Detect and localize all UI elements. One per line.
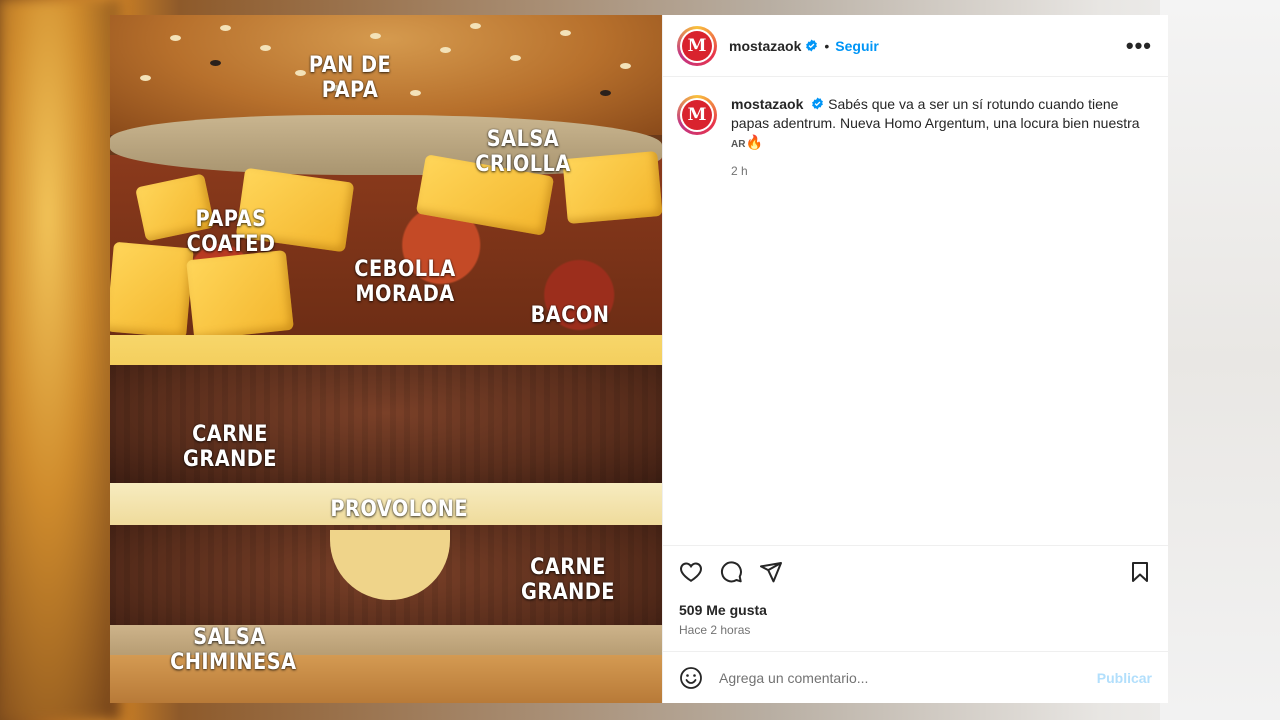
caption-avatar[interactable]: M — [677, 95, 717, 135]
label-salsa-chiminesa: SALSA CHIMINESA — [170, 625, 297, 675]
verified-icon — [812, 97, 824, 110]
verified-icon — [806, 39, 818, 52]
comment-input[interactable] — [719, 669, 1097, 686]
actions-section: 509 Me gusta Hace 2 horas — [663, 545, 1168, 651]
seed — [620, 63, 631, 69]
seed — [170, 35, 181, 41]
seed — [410, 90, 421, 96]
label-cebolla-morada: CEBOLLA MORADA — [354, 257, 456, 307]
comments-area: M mostazaok Sabés que va a ser un sí rot… — [663, 77, 1168, 545]
caption-time: 2 h — [731, 164, 748, 178]
caption: M mostazaok Sabés que va a ser un sí rot… — [677, 95, 1152, 181]
avatar[interactable]: M — [677, 25, 717, 66]
fry — [186, 249, 294, 341]
caption-body: mostazaok Sabés que va a ser un sí rotun… — [731, 95, 1152, 181]
background-right — [1160, 0, 1280, 720]
follow-button[interactable]: Seguir — [835, 38, 879, 54]
seed — [600, 90, 611, 96]
brand-logo: M — [682, 100, 712, 130]
seed — [510, 55, 521, 61]
post-image[interactable]: PAN DE PAPA SALSA CRIOLLA PAPAS COATED C… — [110, 15, 662, 703]
label-bacon: BACON — [530, 303, 610, 328]
publish-button[interactable]: Publicar — [1097, 670, 1152, 686]
label-carne-grande-top: CARNE GRANDE — [183, 422, 277, 472]
seed — [220, 25, 231, 31]
bookmark-icon[interactable] — [1128, 560, 1152, 584]
seed — [140, 75, 151, 81]
post-time: Hace 2 horas — [679, 623, 751, 637]
seed — [210, 60, 221, 66]
separator: • — [824, 37, 830, 54]
action-bar — [679, 558, 1152, 586]
more-icon[interactable]: ••• — [1126, 33, 1152, 59]
label-salsa-criolla: SALSA CRIOLLA — [475, 127, 571, 177]
avatar-ring: M — [680, 28, 714, 63]
seed — [560, 30, 571, 36]
instagram-post: PAN DE PAPA SALSA CRIOLLA PAPAS COATED C… — [110, 15, 1168, 703]
username[interactable]: mostazaok — [729, 38, 801, 54]
seed — [440, 47, 451, 53]
label-provolone: PROVOLONE — [330, 497, 469, 522]
heart-icon[interactable] — [679, 560, 703, 584]
post-header: M mostazaok • Seguir ••• — [663, 15, 1168, 77]
fry — [562, 150, 662, 225]
seed — [260, 45, 271, 51]
brand-logo: M — [682, 30, 712, 61]
label-papas-coated: PAPAS COATED — [186, 207, 276, 257]
caption-username[interactable]: mostazaok — [731, 96, 803, 112]
label-pan-de-papa: PAN DE PAPA — [308, 53, 392, 103]
seed — [295, 70, 306, 76]
label-carne-grande-bottom: CARNE GRANDE — [521, 555, 615, 605]
share-icon[interactable] — [759, 560, 783, 584]
comment-icon[interactable] — [719, 560, 743, 584]
background-left — [0, 0, 120, 720]
comment-form: Publicar — [663, 651, 1168, 703]
seed — [370, 33, 381, 39]
emoji-icon[interactable] — [679, 666, 703, 690]
avatar-ring: M — [680, 98, 714, 132]
likes-count[interactable]: 509 Me gusta — [679, 602, 1152, 618]
seed — [470, 23, 481, 29]
flag-icon: AR — [731, 139, 746, 150]
fry — [110, 241, 194, 339]
fire-emoji: 🔥 — [745, 134, 763, 150]
post-panel: M mostazaok • Seguir ••• M mostazaok Sab… — [662, 15, 1168, 703]
